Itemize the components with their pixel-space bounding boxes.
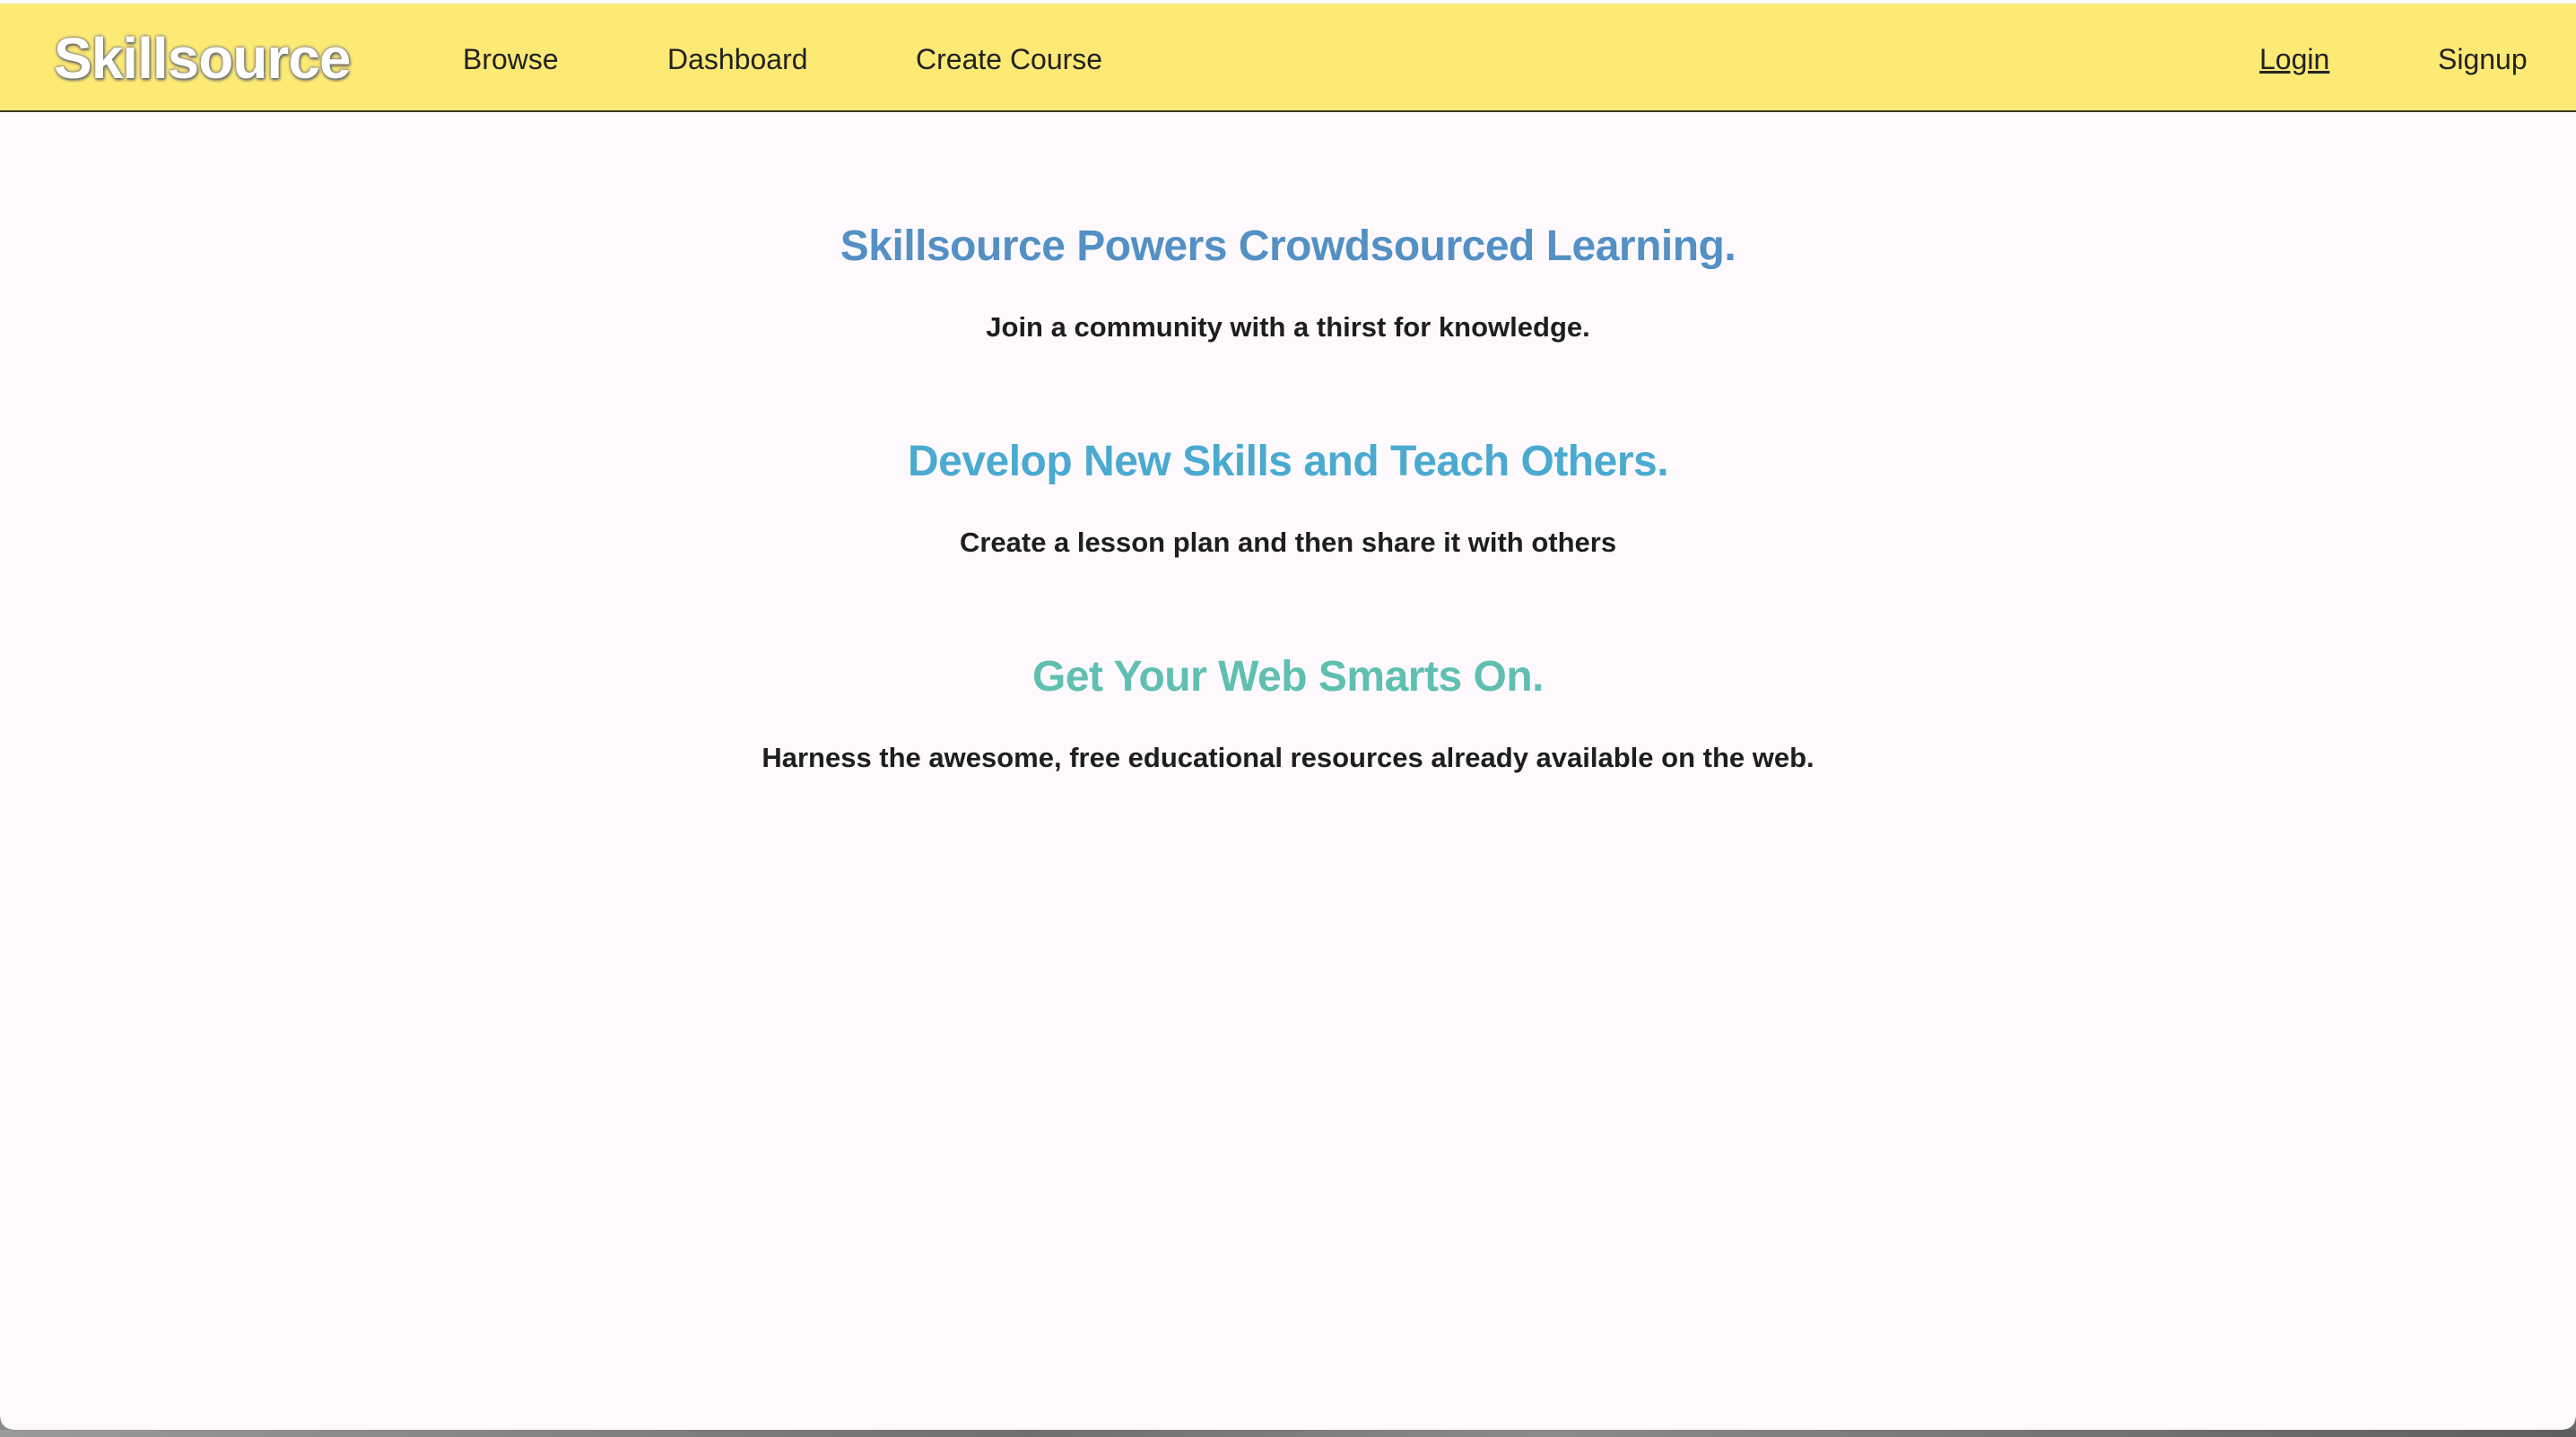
nav-dashboard-link[interactable]: Dashboard <box>667 43 808 76</box>
feature-text-resources: Harness the awesome, free educational re… <box>761 742 1815 773</box>
nav-browse-link[interactable]: Browse <box>463 43 559 76</box>
nav-create-course-link[interactable]: Create Course <box>916 43 1102 76</box>
window-corner-right <box>2563 1417 2576 1430</box>
window-corner-left <box>0 1417 13 1430</box>
brand-logo[interactable]: Skillsource <box>54 25 351 91</box>
feature-heading-web-smarts: Get Your Web Smarts On. <box>1032 653 1544 701</box>
feature-text-lesson-plan: Create a lesson plan and then share it w… <box>959 527 1617 558</box>
nav-login-link[interactable]: Login <box>2259 43 2329 76</box>
nav-signup-link[interactable]: Signup <box>2438 43 2528 76</box>
window-bottom-edge <box>0 1430 2576 1437</box>
top-navbar: Skillsource Browse Dashboard Create Cour… <box>0 4 2576 112</box>
feature-heading-develop-skills: Develop New Skills and Teach Others. <box>907 438 1669 485</box>
feature-heading-crowdsourced: Skillsource Powers Crowdsourced Learning… <box>840 222 1736 270</box>
feature-text-community: Join a community with a thirst for knowl… <box>986 311 1590 343</box>
